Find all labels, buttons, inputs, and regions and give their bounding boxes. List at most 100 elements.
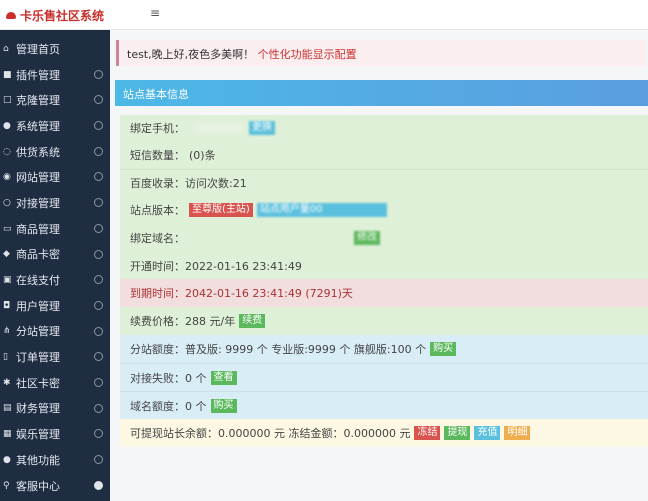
- phone-row: 绑定手机： 更换: [120, 115, 648, 141]
- expand-icon: [94, 300, 103, 310]
- price-value: 288 元/年: [185, 315, 236, 328]
- version-info-badge: 站点用户量00: [256, 202, 387, 217]
- expand-icon: [94, 223, 103, 233]
- main-content: test,晚上好,夜色多美啊！ 个性化功能显示配置 站点基本信息 绑定手机： 更换…: [110, 30, 648, 501]
- sidebar-item-label: 插件管理: [16, 68, 60, 82]
- sidebar-item-globe[interactable]: ◉ 网站管理: [0, 164, 110, 190]
- sidebar-item-finance[interactable]: ▤ 财务管理: [0, 396, 110, 422]
- menu-toggle-icon[interactable]: ≡: [150, 6, 160, 20]
- sidebar-item-label: 用户管理: [16, 299, 60, 313]
- expand-icon: [94, 146, 103, 156]
- sidebar-item-label: 客服中心: [16, 479, 60, 493]
- sidebar-item-share[interactable]: ⋔ 分站管理: [0, 319, 110, 345]
- detail-button[interactable]: 明细: [504, 426, 531, 440]
- order-icon: ▯: [3, 352, 8, 363]
- label: 短信数量：: [130, 149, 185, 162]
- game-icon: ▦: [3, 429, 12, 440]
- sidebar-item-key[interactable]: ◆ 商品卡密: [0, 242, 110, 268]
- sidebar-item-copy[interactable]: □ 克隆管理: [0, 87, 110, 113]
- sidebar-item-card[interactable]: ✱ 社区卡密: [0, 370, 110, 396]
- view-failures-button[interactable]: 查看: [210, 370, 237, 385]
- change-phone-button[interactable]: 更换: [249, 121, 275, 135]
- sidebar-item-home[interactable]: ⌂ 管理首页: [0, 36, 110, 62]
- expand-icon: [94, 198, 103, 208]
- renew-button[interactable]: 续费: [239, 314, 266, 328]
- greeting-text: test,晚上好,夜色多美啊！: [127, 48, 255, 61]
- panel-header: 站点基本信息: [115, 80, 648, 106]
- globe-icon: ◉: [3, 172, 11, 183]
- site-info-panel: 绑定手机： 更换 短信数量： (0)条 百度收录： 访问次数:21 站点版本： 至尊版(…: [120, 115, 648, 447]
- frozen-value: 0.000000 元: [343, 427, 411, 440]
- sidebar-item-user[interactable]: ◘ 用户管理: [0, 293, 110, 319]
- expand-icon: [94, 403, 103, 413]
- baidu-value: 访问次数:21: [185, 177, 247, 190]
- supply-icon: ◌: [3, 146, 11, 157]
- balance-row: 可提现站长余额： 0.000000 元 冻结金额： 0.000000 元冻结 提现 充值…: [120, 419, 648, 447]
- sms-row: 短信数量： (0)条: [120, 141, 648, 169]
- sidebar-item-pay[interactable]: ▣ 在线支付: [0, 267, 110, 293]
- lock-icon: ■: [3, 69, 12, 80]
- domain-quota-row: 域名额度： 0 个购买: [120, 391, 648, 419]
- buy-domain-quota-button[interactable]: 购买: [210, 398, 237, 413]
- expand-icon: [94, 275, 103, 285]
- sidebar-item-box[interactable]: ▭ 商品管理: [0, 216, 110, 242]
- sidebar-item-label: 在线支付: [16, 274, 60, 288]
- sidebar-item-label: 对接管理: [16, 196, 60, 210]
- freeze-button[interactable]: 冻结: [414, 426, 441, 440]
- sidebar-item-label: 其他功能: [16, 453, 60, 467]
- sidebar-item-order[interactable]: ▯ 订单管理: [0, 344, 110, 370]
- label: 冻结金额：: [288, 427, 344, 440]
- baidu-row: 百度收录： 访问次数:21: [120, 169, 648, 196]
- expand-icon: [94, 172, 103, 182]
- sidebar: ⌂ 管理首页 ■ 插件管理 □ 克隆管理 ● 系统管理 ◌ 供货系统 ◉ 网站管理 ○ 对接管理 ▭ 商品管理…: [0, 30, 110, 501]
- expand-icon: [94, 480, 103, 490]
- sidebar-item-service[interactable]: ⚲ 客服中心: [0, 473, 110, 499]
- label: 可提现站长余额：: [130, 427, 218, 440]
- sidebar-item-apple[interactable]: ● 其他功能: [0, 447, 110, 473]
- label: 绑定域名：: [130, 232, 185, 245]
- personalize-link[interactable]: 个性化功能显示配置: [258, 48, 357, 61]
- quota-value: 普及版: 9999 个 专业版:9999 个 旗舰版:100 个: [185, 343, 427, 356]
- logo[interactable]: 卡乐售社区系统: [6, 7, 104, 24]
- sidebar-item-label: 供货系统: [16, 145, 60, 159]
- expand-icon: [94, 121, 103, 131]
- key-icon: ◆: [3, 249, 10, 260]
- expand-icon: [94, 352, 103, 362]
- link-icon: ○: [3, 197, 11, 208]
- sidebar-item-label: 商品管理: [16, 222, 60, 236]
- user-icon: ◘: [3, 300, 11, 311]
- expire-value: 2042-01-16 23:41:49 (7291)天: [185, 287, 353, 300]
- label: 对接失败：: [130, 371, 185, 385]
- sidebar-item-lock[interactable]: ■ 插件管理: [0, 62, 110, 88]
- search-icon: ●: [3, 120, 11, 131]
- apple-icon: ●: [3, 454, 11, 465]
- expand-icon: [94, 249, 103, 259]
- version-row: 站点版本： 至尊版(主站) 站点用户量00: [120, 196, 648, 223]
- service-icon: ⚲: [3, 480, 10, 491]
- withdraw-button[interactable]: 提现: [444, 426, 471, 440]
- sidebar-item-link[interactable]: ○ 对接管理: [0, 190, 110, 216]
- top-bar: 卡乐售社区系统 ≡: [0, 0, 648, 30]
- home-icon: ⌂: [3, 43, 9, 54]
- sidebar-item-label: 订单管理: [16, 351, 60, 365]
- sidebar-item-supply[interactable]: ◌ 供货系统: [0, 139, 110, 165]
- label: 开通时间：: [130, 260, 185, 273]
- label: 站点版本：: [130, 203, 185, 217]
- fail-row: 对接失败： 0 个查看: [120, 363, 648, 391]
- sidebar-item-search[interactable]: ● 系统管理: [0, 113, 110, 139]
- modify-domain-button[interactable]: 修改: [354, 231, 380, 245]
- label: 到期时间：: [130, 287, 185, 300]
- share-icon: ⋔: [3, 326, 11, 337]
- price-row: 续费价格： 288 元/年 续费: [120, 307, 648, 335]
- finance-icon: ▤: [3, 403, 12, 414]
- label: 续费价格：: [130, 315, 185, 328]
- recharge-button[interactable]: 充值: [474, 426, 501, 440]
- buy-quota-button[interactable]: 购买: [430, 342, 457, 356]
- label: 域名额度：: [130, 399, 185, 413]
- phone-value: [195, 123, 245, 133]
- open-time-row: 开通时间： 2022-01-16 23:41:49: [120, 253, 648, 279]
- expire-row: 到期时间： 2042-01-16 23:41:49 (7291)天: [120, 279, 648, 307]
- sidebar-item-game[interactable]: ▦ 娱乐管理: [0, 421, 110, 447]
- label: 绑定手机：: [130, 122, 185, 135]
- sidebar-item-label: 系统管理: [16, 119, 60, 133]
